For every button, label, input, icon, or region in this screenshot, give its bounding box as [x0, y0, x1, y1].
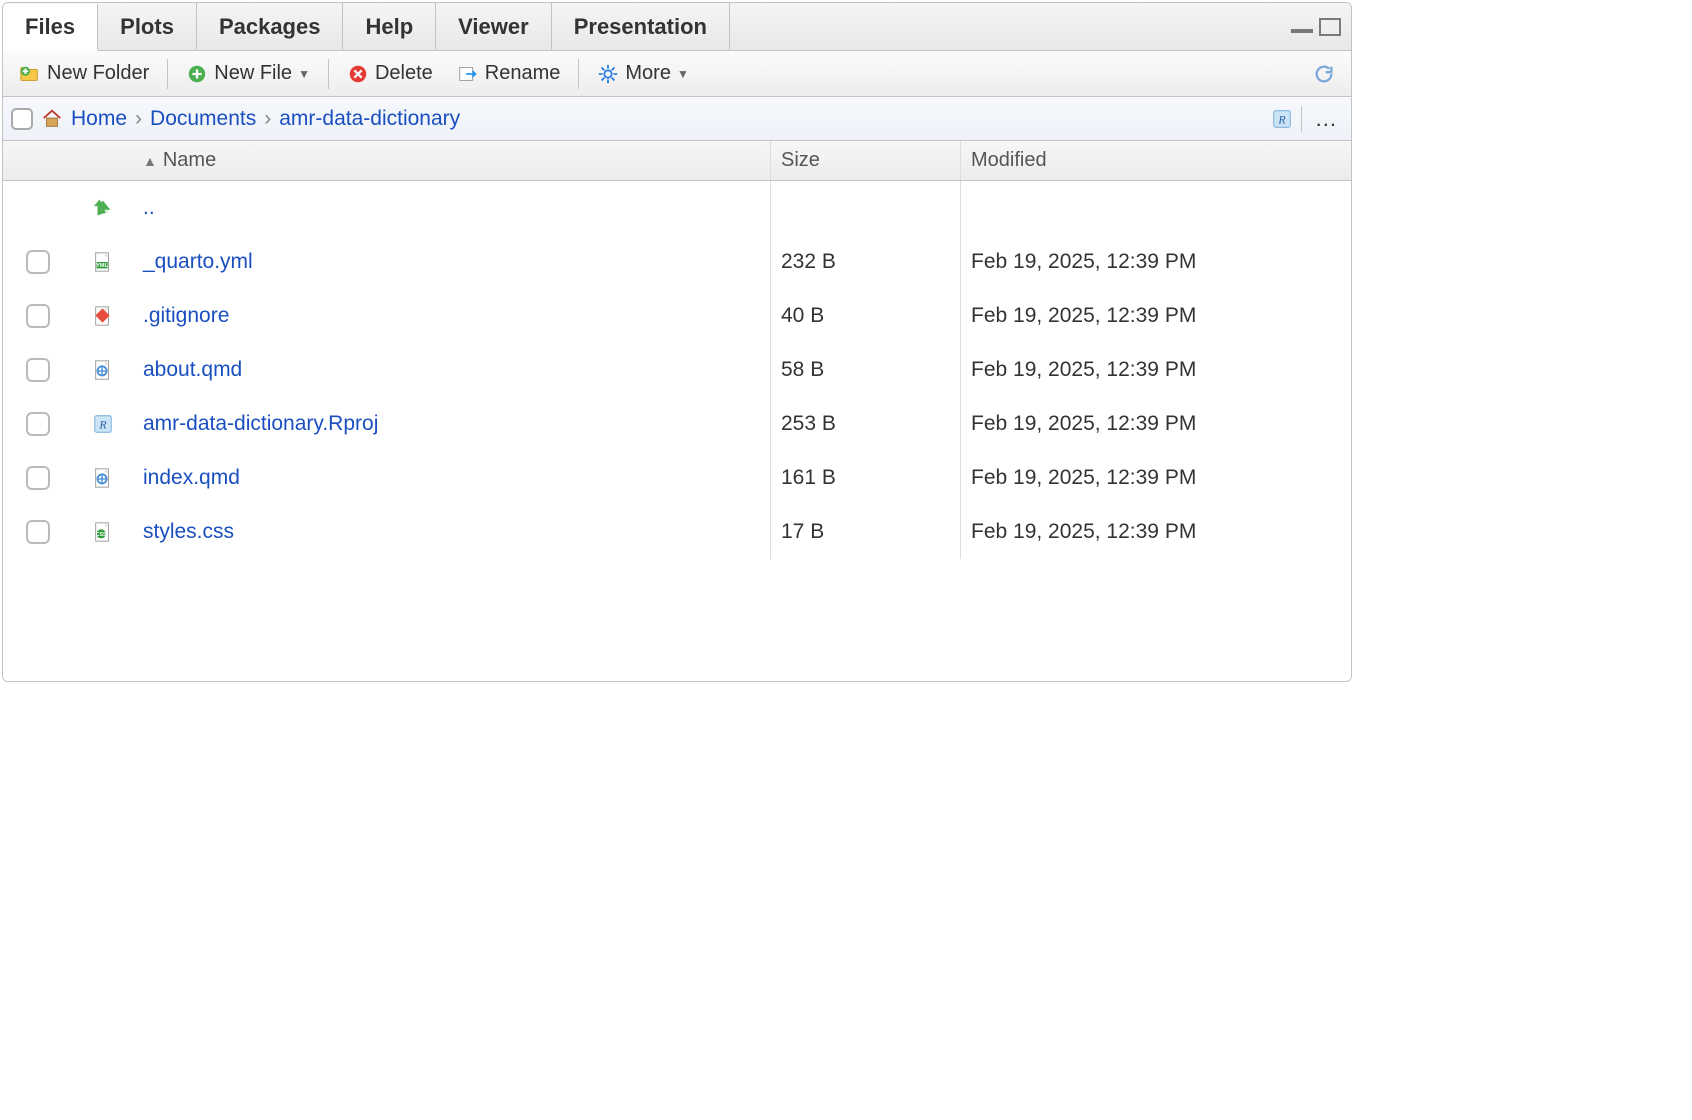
refresh-button[interactable]	[1303, 59, 1345, 89]
file-row: .gitignore 40 BFeb 19, 2025, 12:39 PM	[3, 289, 1351, 343]
file-modified: Feb 19, 2025, 12:39 PM	[961, 451, 1351, 505]
delete-button[interactable]: Delete	[337, 58, 443, 89]
file-size: 253 B	[771, 397, 961, 451]
file-modified: Feb 19, 2025, 12:39 PM	[961, 397, 1351, 451]
file-modified: Feb 19, 2025, 12:39 PM	[961, 343, 1351, 397]
sort-asc-icon: ▲	[143, 153, 157, 169]
maximize-icon[interactable]	[1319, 18, 1341, 36]
gear-icon	[597, 63, 619, 85]
breadcrumb-project[interactable]: amr-data-dictionary	[279, 107, 460, 131]
delete-label: Delete	[375, 62, 433, 85]
file-row: Ramr-data-dictionary.Rproj 253 BFeb 19, 2…	[3, 397, 1351, 451]
more-button[interactable]: More ▼	[587, 58, 698, 89]
new-file-icon	[186, 63, 208, 85]
file-checkbox[interactable]	[26, 358, 50, 382]
file-link[interactable]: styles.css	[143, 520, 234, 544]
delete-icon	[347, 63, 369, 85]
new-file-label: New File	[214, 62, 292, 85]
file-size: 232 B	[771, 235, 961, 289]
up-arrow-icon	[92, 197, 114, 219]
chevron-right-icon: ›	[135, 107, 142, 131]
svg-text:CSS: CSS	[96, 532, 107, 538]
minimize-icon[interactable]	[1291, 29, 1313, 33]
file-size: 161 B	[771, 451, 961, 505]
column-header-name[interactable]: ▲ Name	[133, 141, 771, 180]
breadcrumb: Home › Documents › amr-data-dictionary R…	[3, 97, 1351, 141]
column-header-modified[interactable]: Modified	[961, 141, 1351, 180]
tab-plots[interactable]: Plots	[98, 3, 197, 50]
tab-help[interactable]: Help	[343, 3, 436, 50]
file-size: 40 B	[771, 289, 961, 343]
breadcrumb-home[interactable]: Home	[71, 107, 127, 131]
file-link[interactable]: index.qmd	[143, 466, 240, 490]
svg-text:R: R	[1277, 112, 1286, 126]
file-type-icon: CSS	[92, 521, 114, 543]
dropdown-caret-icon: ▼	[298, 67, 310, 81]
file-link[interactable]: _quarto.yml	[143, 250, 253, 274]
file-type-icon	[92, 359, 114, 381]
divider	[578, 59, 579, 89]
pane-tabs: Files Plots Packages Help Viewer Present…	[3, 3, 1351, 51]
file-row: CSS styles.css 17 BFeb 19, 2025, 12:39 PM	[3, 505, 1351, 559]
file-type-icon	[92, 305, 114, 327]
file-type-icon: YML	[92, 251, 114, 273]
new-folder-button[interactable]: New Folder	[9, 58, 159, 89]
file-modified: Feb 19, 2025, 12:39 PM	[961, 235, 1351, 289]
svg-text:R: R	[98, 418, 107, 432]
dropdown-caret-icon: ▼	[677, 67, 689, 81]
file-table-header: ▲ Name Size Modified	[3, 141, 1351, 181]
new-file-button[interactable]: New File ▼	[176, 58, 320, 89]
rename-label: Rename	[485, 62, 561, 85]
path-overflow-button[interactable]: ...	[1310, 106, 1343, 132]
file-type-icon	[92, 467, 114, 489]
file-checkbox[interactable]	[26, 466, 50, 490]
file-modified: Feb 19, 2025, 12:39 PM	[961, 289, 1351, 343]
rproject-icon[interactable]: R	[1271, 108, 1293, 130]
file-row: YML _quarto.yml 232 BFeb 19, 2025, 12:39 P…	[3, 235, 1351, 289]
rename-icon	[457, 63, 479, 85]
refresh-icon	[1313, 63, 1335, 85]
divider	[167, 59, 168, 89]
file-row: about.qmd 58 BFeb 19, 2025, 12:39 PM	[3, 343, 1351, 397]
parent-directory-row[interactable]: ..	[3, 181, 1351, 235]
files-pane: Files Plots Packages Help Viewer Present…	[2, 2, 1352, 682]
file-link[interactable]: .gitignore	[143, 304, 229, 328]
file-list: .. YML_quarto.yml232 BFeb 19, 2025, 12:3…	[3, 181, 1351, 681]
tab-viewer[interactable]: Viewer	[436, 3, 552, 50]
file-link[interactable]: amr-data-dictionary.Rproj	[143, 412, 378, 436]
file-link[interactable]: about.qmd	[143, 358, 242, 382]
new-folder-label: New Folder	[47, 62, 149, 85]
tab-files[interactable]: Files	[3, 4, 98, 51]
files-toolbar: New Folder New File ▼ Delete Rename	[3, 51, 1351, 97]
file-checkbox[interactable]	[26, 304, 50, 328]
window-controls	[1291, 18, 1351, 36]
svg-text:YML: YML	[96, 263, 108, 269]
column-header-size[interactable]: Size	[771, 141, 961, 180]
file-size: 58 B	[771, 343, 961, 397]
file-checkbox[interactable]	[26, 250, 50, 274]
file-checkbox[interactable]	[26, 412, 50, 436]
file-checkbox[interactable]	[26, 520, 50, 544]
rename-button[interactable]: Rename	[447, 58, 571, 89]
file-type-icon: R	[92, 413, 114, 435]
new-folder-icon	[19, 63, 41, 85]
select-all-checkbox[interactable]	[11, 108, 33, 130]
file-row: index.qmd 161 BFeb 19, 2025, 12:39 PM	[3, 451, 1351, 505]
parent-directory-link[interactable]: ..	[143, 196, 155, 220]
breadcrumb-documents[interactable]: Documents	[150, 107, 256, 131]
file-modified: Feb 19, 2025, 12:39 PM	[961, 505, 1351, 559]
divider	[328, 59, 329, 89]
home-icon[interactable]	[41, 108, 63, 130]
chevron-right-icon: ›	[264, 107, 271, 131]
tab-packages[interactable]: Packages	[197, 3, 344, 50]
more-label: More	[625, 62, 671, 85]
file-size: 17 B	[771, 505, 961, 559]
tab-presentation[interactable]: Presentation	[552, 3, 730, 50]
